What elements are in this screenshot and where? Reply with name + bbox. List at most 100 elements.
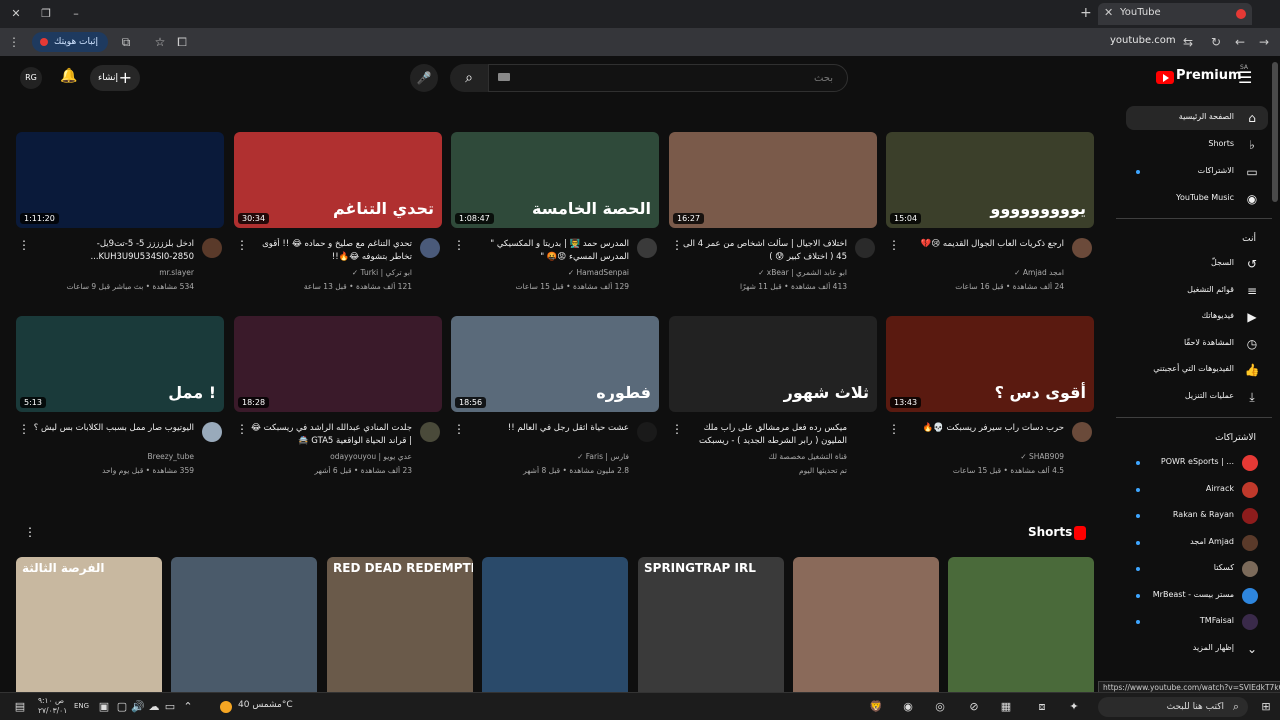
sidebar-item[interactable]: عمليات التنزيل ⤓ [1126, 385, 1268, 409]
share-icon[interactable]: ⧠ [174, 34, 190, 50]
copilot-icon[interactable]: ✦ [1066, 699, 1082, 715]
video-title[interactable]: ارجع ذكريات العاب الجوال القديمه 😢💔 [900, 238, 1064, 251]
sidebar-subscription[interactable]: POWR eSports | ... [1126, 451, 1268, 475]
video-thumbnail[interactable]: 1:11:20 [16, 132, 224, 228]
sidebar-subs-header[interactable]: الاشتراكات [1215, 433, 1256, 443]
video-menu-icon[interactable]: ⋮ [236, 238, 248, 252]
video-thumbnail[interactable]: أقوى دس ؟ 13:43 [886, 316, 1094, 412]
brave-icon[interactable]: 🦁 [868, 699, 884, 715]
bookmark-star-icon[interactable]: ☆ [152, 34, 168, 50]
video-title[interactable]: تحدي التناغم مع صليخ و حماده 😂 !! أقوى ت… [248, 238, 412, 264]
channel-avatar[interactable] [637, 238, 657, 258]
video-card[interactable]: فطوره 18:56 عشت حياة اثقل رجل في العالم !!… [451, 316, 659, 491]
video-menu-icon[interactable]: ⋮ [18, 422, 30, 436]
short-thumbnail[interactable] [793, 557, 939, 693]
sidebar-subscription[interactable]: Airrack [1126, 478, 1268, 502]
short-thumbnail[interactable] [482, 557, 628, 693]
channel-name[interactable]: HamadSenpai ✓ [465, 268, 629, 277]
search-button[interactable]: ⌕ [450, 64, 488, 92]
channel-name[interactable]: فارس | Faris ✓ [465, 452, 629, 461]
channel-name[interactable]: Breezy_tube [30, 452, 195, 461]
account-avatar[interactable]: RG [20, 67, 42, 89]
channel-avatar[interactable] [420, 422, 440, 442]
video-thumbnail[interactable]: ثلاث شهور [669, 316, 877, 412]
video-title[interactable]: اليوتيوب صار ممل بسبب الكلابات بس ليش ؟ [30, 422, 194, 435]
search-input[interactable] [488, 64, 848, 92]
app-icon[interactable]: ⊘ [966, 699, 982, 715]
channel-name[interactable]: امجد Amjad ✓ [900, 268, 1064, 277]
video-card[interactable]: 16:27 اختلاف الاجيال | سألت اشخاص من عمر … [669, 132, 877, 307]
video-menu-icon[interactable]: ⋮ [671, 238, 683, 252]
sidebar-item[interactable]: الاشتراكات ▭ [1126, 160, 1268, 184]
tray-overflow-icon[interactable]: ⌃ [180, 699, 196, 715]
video-thumbnail[interactable]: يووووووووو 15:04 [886, 132, 1094, 228]
video-title[interactable]: المدرس حمد 👨‍🏫 | بدريتا و المكسيكي " الم… [465, 238, 629, 264]
video-thumbnail[interactable]: 18:28 [234, 316, 442, 412]
sidebar-item[interactable]: المشاهدة لاحقًا ◷ [1126, 332, 1268, 356]
window-minimize-icon[interactable]: – [68, 6, 84, 22]
video-thumbnail[interactable]: 16:27 [669, 132, 877, 228]
video-menu-icon[interactable]: ⋮ [671, 422, 683, 436]
channel-avatar[interactable] [202, 238, 222, 258]
channel-avatar[interactable] [202, 422, 222, 442]
sidebar-subscription[interactable]: امجد Amjad [1126, 531, 1268, 555]
video-card[interactable]: 18:28 جلدت المنادي عبدالله الراشد في ريسب… [234, 316, 442, 491]
tray-icon[interactable]: ▣ [96, 699, 112, 715]
short-thumbnail[interactable] [948, 557, 1094, 693]
sidebar-item[interactable]: Shorts ♭ [1126, 133, 1268, 157]
show-more-button[interactable]: إظهار المزيد ⌄ [1126, 637, 1268, 661]
video-card[interactable]: تحدي التناغم 30:34 تحدي التناغم مع صليخ و … [234, 132, 442, 307]
video-card[interactable]: 1:11:20 ادخل بلززززز 5- 5-تت9يل-KUH3U9U53… [16, 132, 224, 307]
sidebar-subscription[interactable]: كسكتا [1126, 557, 1268, 581]
guide-menu-icon[interactable]: ☰ [1238, 68, 1252, 87]
network-icon[interactable]: ☁ [146, 699, 162, 715]
sidebar-scrollbar[interactable] [1272, 62, 1278, 202]
video-title[interactable]: ميكس رده فعل مرمشالق على راب ملك المليون… [683, 422, 847, 448]
voice-search-mic-icon[interactable]: 🎤 [410, 64, 438, 92]
video-thumbnail[interactable]: فطوره 18:56 [451, 316, 659, 412]
sidebar-item[interactable]: الفيديوهات التي أعجبتني 👍 [1126, 358, 1268, 382]
channel-avatar[interactable] [420, 238, 440, 258]
tray-icon[interactable]: ▢ [114, 699, 130, 715]
language-indicator[interactable]: ENG [74, 702, 89, 710]
taskbar-clock[interactable]: ص ٩:١٠ ٢٧/٠٣/٠١ [38, 696, 67, 716]
channel-name[interactable]: ابو عابد الشمري | xBear ✓ [683, 268, 847, 277]
create-button[interactable]: إنشاء + [90, 65, 140, 91]
channel-avatar[interactable] [637, 422, 657, 442]
video-card[interactable]: ثلاث شهور ميكس رده فعل مرمشالق على راب مل… [669, 316, 877, 491]
channel-name[interactable]: mr.slayer [30, 268, 194, 277]
video-thumbnail[interactable]: ممل ! 5:13 [16, 316, 224, 412]
short-thumbnail[interactable]: RED DEAD REDEMPTION [327, 557, 473, 693]
sidebar-item[interactable]: الصفحة الرئيسية ⌂ [1126, 106, 1268, 130]
calculator-icon[interactable]: ▦ [998, 699, 1014, 715]
forward-icon[interactable]: ← [1232, 34, 1248, 50]
short-thumbnail[interactable]: الفرصة الثالثة [16, 557, 162, 693]
channel-name[interactable]: ابو تركي | Turki ✓ [248, 268, 412, 277]
video-menu-icon[interactable]: ⋮ [888, 422, 900, 436]
window-close-icon[interactable]: ✕ [8, 6, 24, 22]
video-menu-icon[interactable]: ⋮ [236, 422, 248, 436]
window-restore-icon[interactable]: ❐ [38, 6, 54, 22]
channel-name[interactable]: SHAB909 ✓ [900, 452, 1064, 461]
steam-icon[interactable]: ◉ [900, 699, 916, 715]
new-tab-icon[interactable]: + [1080, 6, 1092, 20]
notifications-bell-icon[interactable]: 🔔 [60, 68, 77, 84]
taskbar-search[interactable]: اكتب هنا للبحث [1098, 697, 1248, 717]
video-menu-icon[interactable]: ⋮ [453, 422, 465, 436]
sidebar-item[interactable]: قوائم التشغيل ≡ [1126, 279, 1268, 303]
reload-icon[interactable]: ↻ [1208, 34, 1224, 50]
video-card[interactable]: الحصة الخامسة 1:08:47 المدرس حمد 👨‍🏫 | بدر… [451, 132, 659, 307]
sidebar-item[interactable]: فيديوهاتك ▶ [1126, 305, 1268, 329]
video-title[interactable]: ادخل بلززززز 5- 5-تت9يل-KUH3U9U534SI0-28… [30, 238, 194, 264]
video-title[interactable]: حرب دسات راب سيرفر ريسبكت 💀🔥 [900, 422, 1064, 435]
sidebar-subscription[interactable]: MrBeast - مستر بيست [1126, 584, 1268, 608]
site-settings-icon[interactable]: ⇆ [1180, 34, 1196, 50]
channel-avatar[interactable] [855, 422, 875, 442]
video-card[interactable]: ممل ! 5:13 اليوتيوب صار ممل بسبب الكلابات … [16, 316, 224, 491]
weather-text[interactable]: مشمس 40°C [238, 700, 293, 710]
windows-start-icon[interactable]: ⊞ [1258, 699, 1274, 715]
video-thumbnail[interactable]: تحدي التناغم 30:34 [234, 132, 442, 228]
sidebar-you-header[interactable]: أنت [1242, 234, 1256, 244]
video-card[interactable]: أقوى دس ؟ 13:43 حرب دسات راب سيرفر ريسبكت … [886, 316, 1094, 491]
extensions-icon[interactable]: ⧉ [118, 34, 134, 50]
